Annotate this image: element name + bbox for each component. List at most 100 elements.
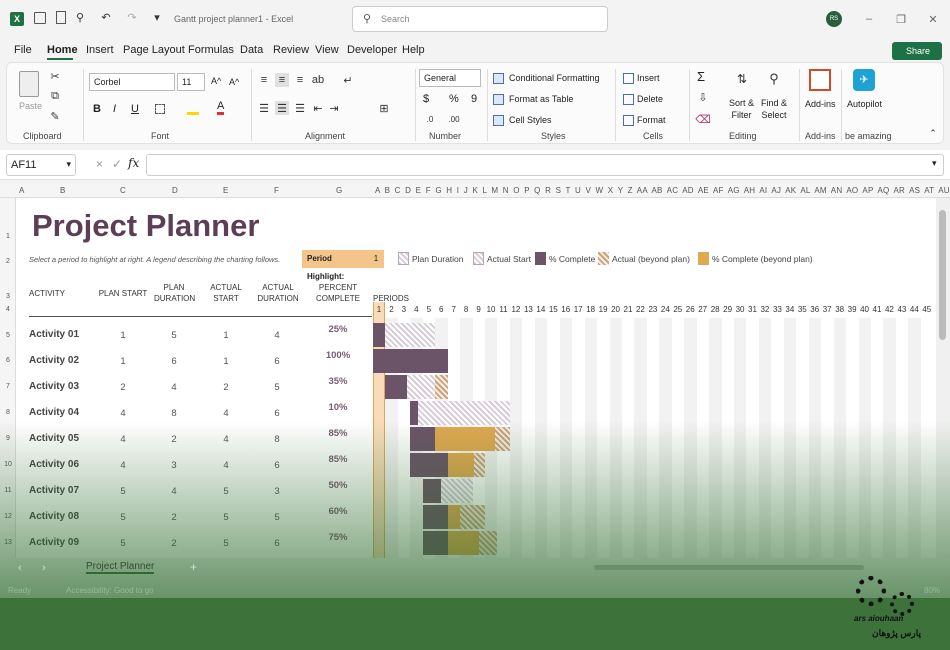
col-a[interactable]: A (19, 186, 24, 195)
grow-font-button[interactable]: A^ (211, 76, 221, 86)
actual-start[interactable]: 5 (213, 512, 239, 523)
find-select-button[interactable]: Find & Select (761, 97, 787, 121)
period-number[interactable]: 14 (535, 305, 547, 314)
period-number[interactable]: 7 (448, 305, 460, 314)
percent-complete[interactable]: 75% (318, 532, 358, 543)
align-left-icon[interactable]: ☰ (257, 101, 271, 115)
plan-start[interactable]: 4 (110, 460, 136, 471)
percent-button[interactable]: % (449, 93, 459, 105)
row-13[interactable]: 13 (0, 539, 16, 546)
decrease-indent-icon[interactable]: ⇤ (311, 101, 325, 115)
row-9[interactable]: 9 (0, 435, 16, 442)
menu-review[interactable]: Review (273, 44, 309, 56)
align-center-icon[interactable]: ☰ (275, 101, 289, 115)
period-number[interactable]: 45 (921, 305, 933, 314)
merge-center-icon[interactable]: ⊞ (377, 101, 391, 115)
fill-icon[interactable]: ⇩ (697, 91, 709, 104)
cut-icon[interactable]: ✂ (49, 69, 61, 83)
actual-duration[interactable]: 6 (264, 356, 290, 367)
period-number[interactable]: 32 (759, 305, 771, 314)
period-number[interactable]: 36 (809, 305, 821, 314)
actual-duration[interactable]: 6 (264, 460, 290, 471)
find-select-icon[interactable]: ⚲ (765, 69, 783, 89)
autosum-button[interactable]: Σ (697, 69, 705, 84)
col-c[interactable]: C (120, 186, 126, 195)
minimize-icon[interactable]: – (860, 10, 878, 28)
autopilot-icon[interactable]: ✈ (853, 69, 875, 91)
close-icon[interactable]: ✕ (924, 10, 942, 28)
period-number[interactable]: 10 (485, 305, 497, 314)
activity-name[interactable]: Activity 02 (29, 355, 79, 366)
actual-start[interactable]: 1 (213, 356, 239, 367)
percent-complete[interactable]: 100% (318, 350, 358, 361)
period-number[interactable]: 9 (473, 305, 485, 314)
period-number[interactable]: 31 (747, 305, 759, 314)
restore-icon[interactable]: ❐ (892, 10, 910, 28)
expand-formula-icon[interactable]: ▾ (932, 158, 937, 169)
name-box[interactable]: AF11 ▾ (6, 154, 76, 176)
period-number[interactable]: 2 (385, 305, 397, 314)
italic-button[interactable]: I (113, 103, 116, 115)
new-file-icon[interactable] (56, 11, 66, 24)
row-1[interactable]: 1 (0, 233, 16, 240)
plan-start[interactable]: 5 (110, 538, 136, 549)
period-number[interactable]: 11 (498, 305, 510, 314)
percent-complete[interactable]: 10% (318, 402, 358, 413)
formula-input[interactable] (146, 154, 944, 176)
add-sheet-button[interactable]: + (190, 560, 197, 574)
plan-duration[interactable]: 2 (161, 434, 187, 445)
row-10[interactable]: 10 (0, 461, 16, 468)
cell-styles-button[interactable]: Cell Styles (509, 115, 552, 125)
clear-icon[interactable]: ⌫ (695, 113, 711, 126)
undo-icon[interactable]: ↶ (98, 8, 114, 26)
col-e[interactable]: E (223, 186, 228, 195)
scroll-thumb[interactable] (939, 210, 946, 340)
qat-more-icon[interactable]: ▾ (152, 8, 162, 26)
format-cells-button[interactable]: Format (637, 115, 666, 125)
activity-name[interactable]: Activity 08 (29, 511, 79, 522)
actual-duration[interactable]: 8 (264, 434, 290, 445)
worksheet[interactable]: Project Planner Select a period to highl… (16, 198, 936, 558)
percent-complete[interactable]: 50% (318, 480, 358, 491)
activity-name[interactable]: Activity 05 (29, 433, 79, 444)
sort-filter-button[interactable]: Sort & Filter (729, 97, 754, 121)
activity-name[interactable]: Activity 07 (29, 485, 79, 496)
period-number[interactable]: 12 (510, 305, 522, 314)
plan-duration[interactable]: 2 (161, 538, 187, 549)
cancel-icon[interactable]: × (96, 157, 103, 171)
actual-duration[interactable]: 6 (264, 408, 290, 419)
period-number[interactable]: 39 (846, 305, 858, 314)
period-number[interactable]: 38 (834, 305, 846, 314)
period-number[interactable]: 44 (908, 305, 920, 314)
underline-button[interactable]: U (131, 103, 139, 115)
comma-button[interactable]: 9 (471, 93, 477, 105)
period-number[interactable]: 18 (585, 305, 597, 314)
period-number[interactable]: 25 (672, 305, 684, 314)
percent-complete[interactable]: 25% (318, 324, 358, 335)
insert-cells-button[interactable]: Insert (637, 73, 660, 83)
row-2[interactable]: 2 (0, 258, 16, 265)
plan-duration[interactable]: 4 (161, 486, 187, 497)
plan-duration[interactable]: 3 (161, 460, 187, 471)
period-number[interactable]: 41 (871, 305, 883, 314)
sheet-tab-project-planner[interactable]: Project Planner (86, 561, 155, 574)
percent-complete[interactable]: 85% (318, 454, 358, 465)
status-accessibility[interactable]: Accessibility: Good to go (66, 586, 154, 595)
period-number[interactable]: 21 (622, 305, 634, 314)
period-number[interactable]: 4 (410, 305, 422, 314)
vertical-scrollbar[interactable] (936, 198, 950, 558)
conditional-formatting-button[interactable]: Conditional Formatting (509, 73, 600, 83)
menu-formulas[interactable]: Formulas (188, 44, 234, 56)
col-f[interactable]: F (274, 186, 279, 195)
col-d[interactable]: D (172, 186, 178, 195)
period-number[interactable]: 35 (796, 305, 808, 314)
row-12[interactable]: 12 (0, 513, 16, 520)
menu-page-layout[interactable]: Page Layout (123, 44, 185, 56)
fill-color-icon[interactable] (187, 103, 199, 115)
enter-icon[interactable]: ✓ (112, 157, 122, 171)
plan-duration[interactable]: 8 (161, 408, 187, 419)
avatar[interactable]: RS (826, 11, 842, 27)
actual-start[interactable]: 5 (213, 538, 239, 549)
prev-sheet-icon[interactable]: ‹ (18, 562, 22, 574)
period-number[interactable]: 28 (709, 305, 721, 314)
